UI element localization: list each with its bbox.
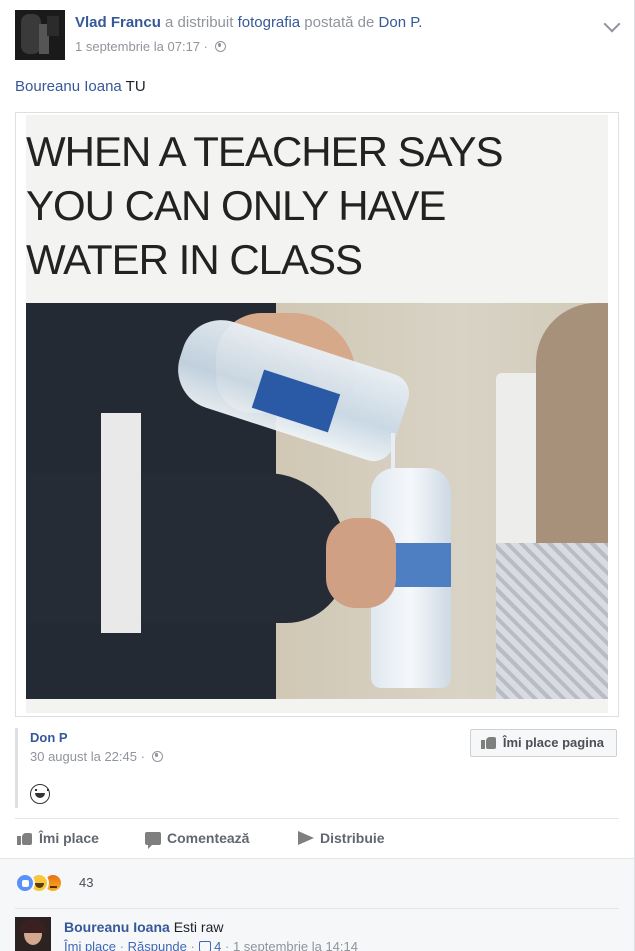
- post-timestamp[interactable]: 1 septembrie la 07:17: [75, 39, 200, 54]
- comment-text: Esti raw: [173, 919, 224, 935]
- share-button[interactable]: Distribuie: [298, 830, 385, 846]
- like-label: Îmi place: [39, 830, 99, 846]
- like-reaction-icon: [15, 873, 35, 893]
- meme-caption: WHEN A TEACHER SAYS YOU CAN ONLY HAVE WA…: [26, 128, 504, 283]
- comment-label: Comentează: [167, 830, 250, 846]
- comment-body: Boureanu Ioana Esti raw: [64, 919, 223, 935]
- like-page-button[interactable]: Îmi place pagina: [469, 729, 617, 757]
- meme-image[interactable]: WHEN A TEACHER SAYS YOU CAN ONLY HAVE WA…: [26, 115, 608, 713]
- share-label: Distribuie: [320, 830, 385, 846]
- post-header-line: Vlad Francu a distribuit fotografia post…: [75, 14, 422, 31]
- like-page-label: Îmi place pagina: [502, 735, 604, 750]
- share-action-text: a distribuit: [165, 14, 234, 31]
- comment-reply-link[interactable]: Răspunde: [128, 939, 187, 951]
- meta-separator: ·: [190, 939, 195, 951]
- comments-section: 43 Boureanu Ioana Esti raw Îmi place · R…: [0, 858, 634, 951]
- globe-icon[interactable]: [214, 41, 226, 52]
- meta-separator: ·: [224, 939, 230, 951]
- post-caption: Boureanu Ioana TU: [15, 78, 146, 95]
- commenter-name[interactable]: Boureanu Ioana: [64, 919, 170, 935]
- divider: [15, 818, 619, 819]
- divider: [15, 908, 619, 909]
- reaction-count[interactable]: 43: [79, 875, 93, 890]
- shared-photo[interactable]: WHEN A TEACHER SAYS YOU CAN ONLY HAVE WA…: [15, 112, 619, 717]
- posted-by-text: postată de: [304, 14, 375, 31]
- post-meta: 1 septembrie la 07:17 ·: [75, 39, 226, 54]
- original-timestamp[interactable]: 30 august la 22:45: [30, 749, 137, 764]
- post-header: Vlad Francu a distribuit fotografia post…: [15, 10, 624, 62]
- author-name[interactable]: Vlad Francu: [75, 14, 161, 31]
- feed-post: Vlad Francu a distribuit fotografia post…: [0, 0, 635, 951]
- thumbs-up-icon: [480, 735, 497, 749]
- original-page-name[interactable]: Don P: [30, 730, 68, 745]
- commenter-avatar[interactable]: [15, 917, 51, 951]
- thumbs-up-icon: [198, 941, 211, 951]
- author-avatar[interactable]: [15, 10, 65, 60]
- comment-like-count[interactable]: 4: [214, 939, 221, 951]
- globe-icon[interactable]: [151, 751, 163, 762]
- grin-emoji-icon: [30, 784, 50, 804]
- mention-link[interactable]: Boureanu Ioana: [15, 78, 122, 95]
- photo-link[interactable]: fotografia: [238, 14, 301, 31]
- meta-separator: ·: [119, 939, 124, 951]
- comment-button[interactable]: Comentează: [145, 830, 250, 849]
- chevron-down-icon[interactable]: [603, 15, 621, 33]
- meta-separator: ·: [140, 749, 145, 764]
- comment-icon: [145, 832, 161, 849]
- thumbs-up-icon: [17, 831, 33, 845]
- share-icon: [298, 831, 314, 845]
- original-meta: 30 august la 22:45 ·: [30, 749, 163, 764]
- original-post: Don P 30 august la 22:45 · Îmi place pag…: [15, 728, 619, 808]
- original-author-link[interactable]: Don P.: [379, 14, 423, 31]
- meta-separator: ·: [203, 39, 208, 54]
- like-button[interactable]: Îmi place: [17, 830, 99, 846]
- post-text: TU: [125, 78, 146, 95]
- action-bar: Îmi place Comentează Distribuie: [15, 822, 619, 856]
- comment-meta: Îmi place · Răspunde · 4 · 1 septembrie …: [64, 939, 358, 951]
- meme-photo: [26, 303, 608, 699]
- comment-like-link[interactable]: Îmi place: [64, 939, 116, 951]
- comment-timestamp[interactable]: 1 septembrie la 14:14: [233, 939, 358, 951]
